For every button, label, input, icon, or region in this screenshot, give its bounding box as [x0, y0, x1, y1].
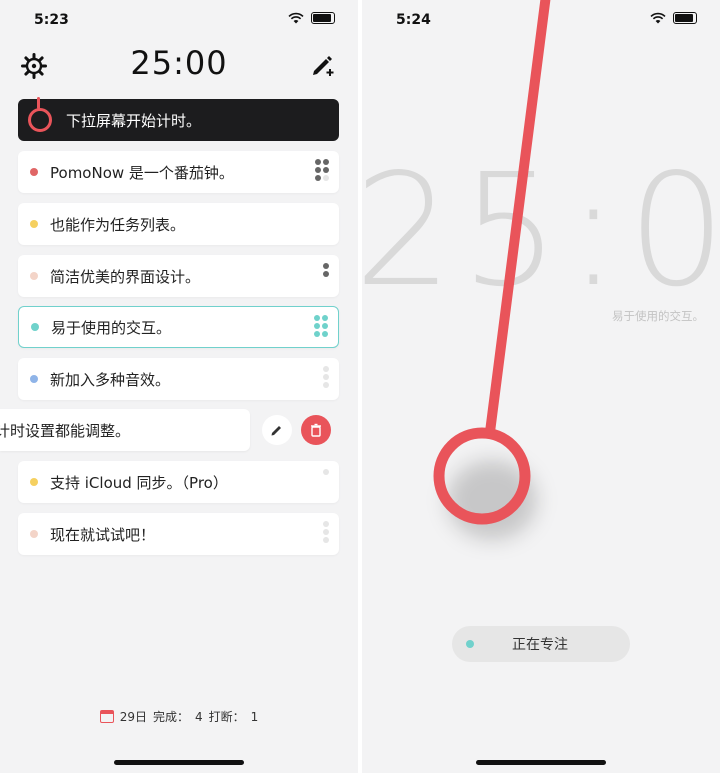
task-item[interactable]: 支持 iCloud 同步。（Pro）: [18, 461, 339, 503]
focus-status-text: 正在专注: [512, 637, 568, 653]
task-color-dot: [30, 530, 38, 538]
task-item[interactable]: 现在就试试吧！: [18, 513, 339, 555]
stats-interrupted-value: 1: [250, 709, 259, 724]
task-item[interactable]: PomoNow 是一个番茄钟。: [18, 151, 339, 193]
pull-timer-handle[interactable]: [362, 0, 720, 560]
focus-screen: 5:24 25:00 易于使用的交互。 正在专注: [362, 0, 720, 773]
home-indicator: [114, 760, 244, 765]
delete-task-button[interactable]: [301, 415, 331, 445]
task-text: 计时设置都能调整。: [0, 421, 131, 440]
new-task-pencil-icon[interactable]: [310, 52, 336, 78]
task-item[interactable]: 简洁优美的界面设计。: [18, 255, 339, 297]
focus-status-dot: [466, 640, 474, 648]
task-item-selected[interactable]: 易于使用的交互。: [18, 306, 339, 348]
pomodoro-count-indicator: [323, 521, 329, 543]
task-item[interactable]: 也能作为任务列表。: [18, 203, 339, 245]
daily-stats: 29日 完成： 4 打断： 1: [0, 708, 358, 725]
battery-icon: [311, 12, 335, 24]
app-stage: 5:23 25:00 下拉屏幕开始计时。 PomoNow 是一个番茄钟。 也能作…: [0, 0, 720, 773]
pull-banner-text: 下拉屏幕开始计时。: [66, 111, 202, 130]
pull-to-start-banner: 下拉屏幕开始计时。: [18, 97, 339, 141]
task-item[interactable]: 新加入多种音效。: [18, 358, 339, 400]
task-list-screen: 5:23 25:00 下拉屏幕开始计时。 PomoNow 是一个番茄钟。 也能作…: [0, 0, 358, 773]
status-icons: [288, 12, 335, 24]
task-text: 易于使用的交互。: [51, 318, 172, 337]
stats-completed-label: 完成：: [152, 710, 189, 724]
calendar-icon: [99, 710, 114, 723]
edit-task-button[interactable]: [262, 415, 292, 445]
stats-interrupted-label: 打断：: [208, 710, 245, 724]
task-text: 简洁优美的界面设计。: [50, 267, 201, 286]
task-color-dot: [30, 272, 38, 280]
task-color-dot: [30, 375, 38, 383]
task-text: 现在就试试吧！: [50, 525, 156, 544]
pencil-icon: [271, 426, 281, 436]
swiped-task-item[interactable]: 计时设置都能调整。: [0, 409, 250, 451]
pomodoro-count-indicator: [314, 315, 328, 337]
timer-display: 25:00: [130, 44, 228, 82]
task-text: 新加入多种音效。: [50, 370, 171, 389]
status-time: 5:23: [34, 12, 69, 28]
task-text: 支持 iCloud 同步。（Pro）: [50, 473, 228, 492]
home-indicator: [476, 760, 606, 765]
pomodoro-count-indicator: [315, 159, 329, 181]
pomodoro-count-indicator: [323, 469, 329, 475]
stats-completed-value: 4: [195, 709, 203, 724]
task-text: PomoNow 是一个番茄钟。: [50, 163, 234, 182]
focus-status-pill[interactable]: 正在专注: [452, 626, 630, 662]
stats-date: 29日: [119, 710, 147, 724]
trash-icon: [311, 423, 321, 437]
task-color-dot: [30, 220, 38, 228]
timer-ring-icon: [28, 108, 52, 132]
task-text: 也能作为任务列表。: [50, 215, 186, 234]
pomodoro-count-indicator: [323, 263, 329, 277]
task-color-dot: [30, 478, 38, 486]
wifi-icon: [288, 12, 304, 24]
task-color-dot: [31, 323, 39, 331]
pomodoro-count-indicator: [323, 366, 329, 388]
task-color-dot: [30, 168, 38, 176]
